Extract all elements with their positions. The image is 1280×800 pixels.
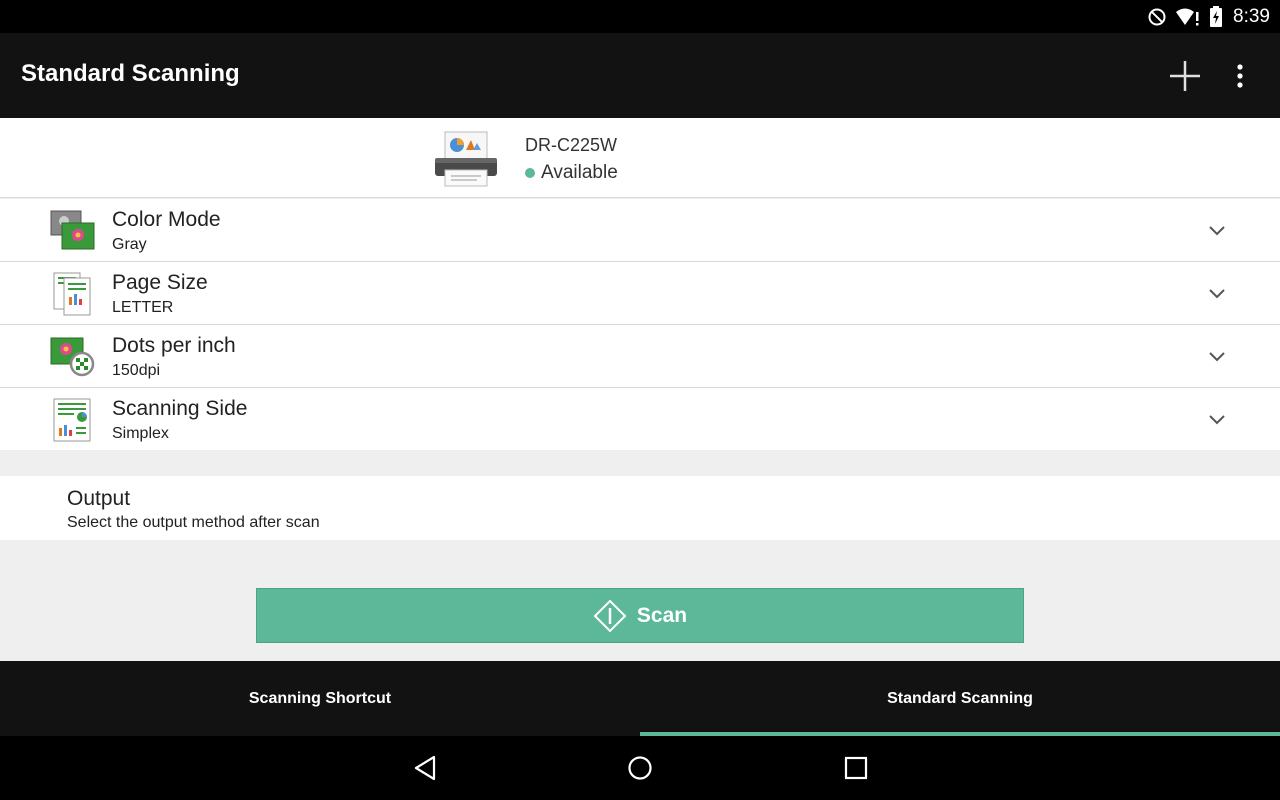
color-mode-icon bbox=[50, 210, 95, 250]
do-not-disturb-icon bbox=[1148, 8, 1166, 25]
add-button[interactable] bbox=[1164, 55, 1206, 97]
setting-color-mode[interactable]: Color Mode Gray bbox=[0, 199, 1280, 262]
app-bar: Standard Scanning bbox=[0, 33, 1280, 118]
output-description: Select the output method after scan bbox=[67, 514, 320, 531]
page-size-icon bbox=[53, 272, 91, 316]
tab-scanning-shortcut[interactable]: Scanning Shortcut bbox=[0, 661, 640, 736]
output-setting[interactable]: Output Select the output method after sc… bbox=[0, 476, 1280, 540]
bottom-tab-bar: Scanning Shortcut Standard Scanning bbox=[0, 661, 1280, 736]
plus-icon bbox=[1170, 61, 1200, 91]
scan-icon bbox=[593, 599, 627, 632]
setting-label: Page Size bbox=[112, 271, 208, 294]
chevron-down-icon bbox=[1209, 289, 1225, 299]
recents-button[interactable] bbox=[836, 750, 876, 786]
device-name: DR-C225W bbox=[525, 135, 618, 155]
system-navigation-bar bbox=[0, 736, 1280, 800]
setting-value: 150dpi bbox=[112, 362, 161, 379]
setting-dots-per-inch[interactable]: Dots per inch 150dpi bbox=[0, 325, 1280, 388]
chevron-down-icon bbox=[1209, 352, 1225, 362]
status-dot-icon bbox=[525, 168, 535, 178]
setting-value: LETTER bbox=[112, 299, 174, 316]
page-title: Standard Scanning bbox=[21, 60, 240, 87]
setting-value: Gray bbox=[112, 236, 147, 253]
scan-button[interactable]: Scan bbox=[256, 588, 1024, 643]
scanner-icon bbox=[435, 131, 497, 187]
setting-label: Dots per inch bbox=[112, 334, 236, 357]
more-vert-icon bbox=[1237, 64, 1243, 88]
tab-label: Scanning Shortcut bbox=[248, 689, 392, 707]
device-status-text: Available bbox=[541, 162, 618, 183]
wifi-icon bbox=[1176, 8, 1199, 25]
chevron-down-icon bbox=[1209, 415, 1225, 425]
recents-icon bbox=[844, 756, 868, 780]
chevron-down-icon bbox=[1209, 226, 1225, 236]
scan-button-label: Scan bbox=[636, 603, 688, 627]
status-bar: 8:39 bbox=[0, 0, 1280, 33]
status-time: 8:39 bbox=[1233, 5, 1270, 27]
tab-standard-scanning[interactable]: Standard Scanning bbox=[640, 661, 1280, 736]
output-label: Output bbox=[67, 487, 131, 510]
dpi-icon bbox=[50, 337, 95, 377]
back-button[interactable] bbox=[405, 750, 445, 786]
scanning-side-icon bbox=[53, 398, 91, 442]
setting-label: Scanning Side bbox=[112, 397, 248, 420]
scan-settings-list: Color Mode Gray Page Size LETTER Dots pe… bbox=[0, 199, 1280, 450]
battery-charging-icon bbox=[1210, 5, 1223, 27]
setting-scanning-side[interactable]: Scanning Side Simplex bbox=[0, 388, 1280, 450]
home-button[interactable] bbox=[620, 750, 660, 786]
setting-label: Color Mode bbox=[112, 208, 221, 231]
setting-value: Simplex bbox=[112, 425, 169, 442]
scanner-device-panel[interactable]: DR-C225W Available bbox=[0, 118, 1280, 198]
overflow-menu-button[interactable] bbox=[1226, 55, 1254, 97]
status-icons: 8:39 bbox=[1147, 0, 1270, 33]
tab-label: Standard Scanning bbox=[887, 689, 1033, 707]
back-icon bbox=[414, 755, 436, 781]
setting-page-size[interactable]: Page Size LETTER bbox=[0, 262, 1280, 325]
device-status: Available bbox=[525, 162, 618, 184]
home-icon bbox=[628, 756, 652, 780]
